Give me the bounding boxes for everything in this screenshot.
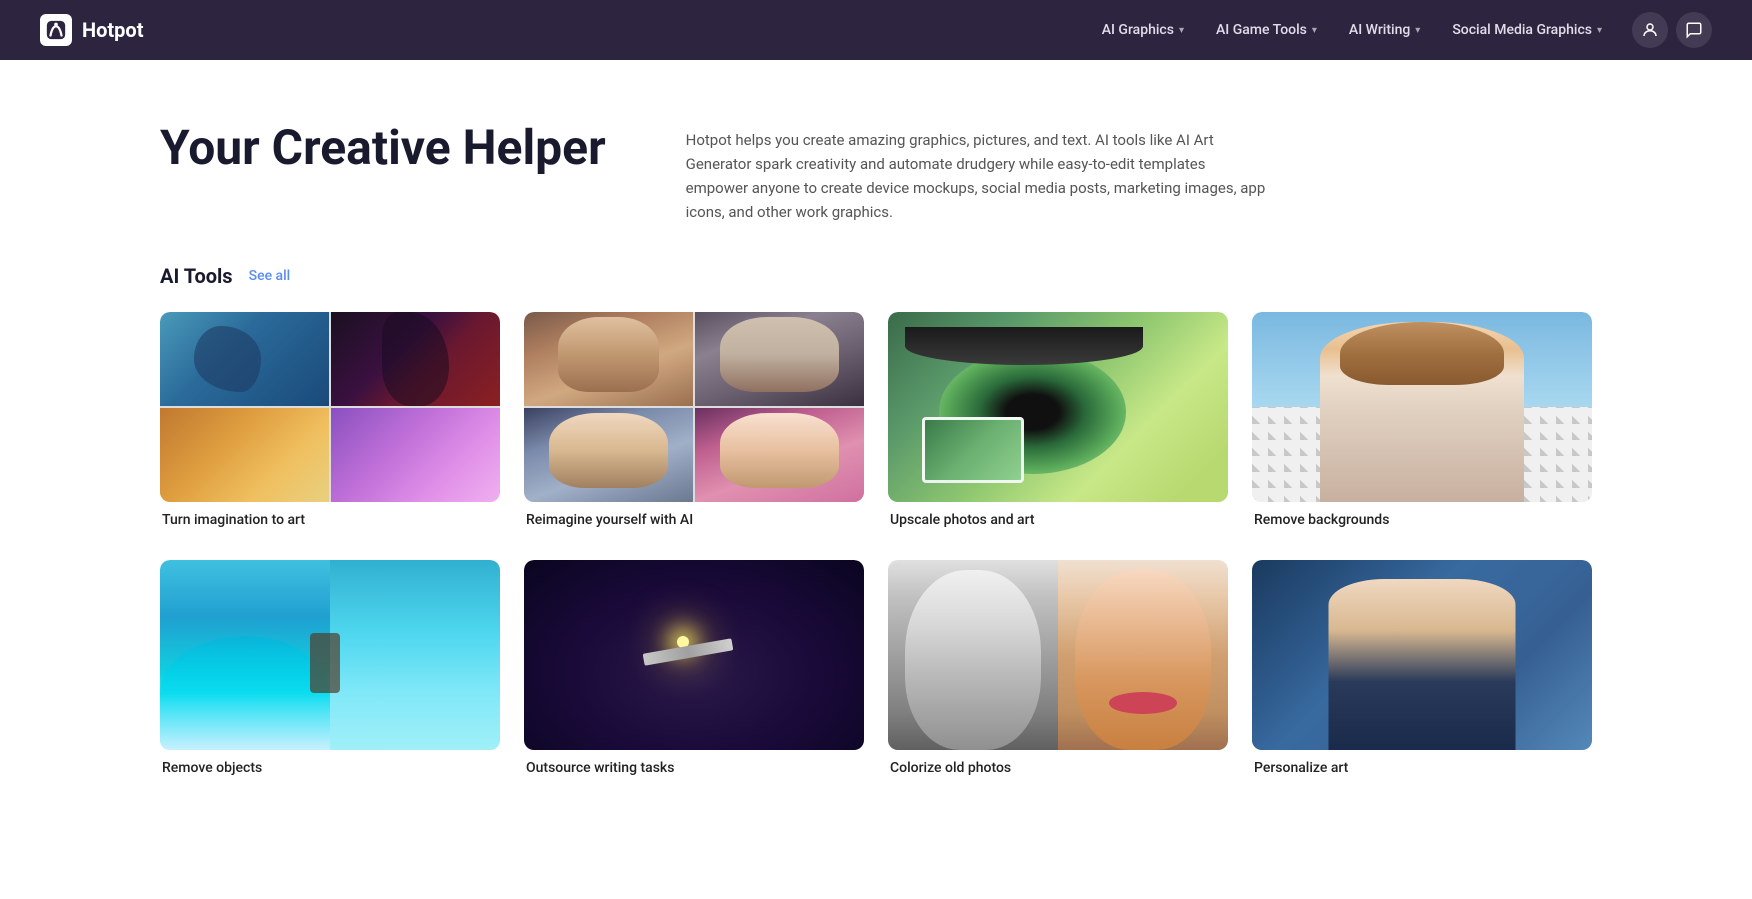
portrait-cell-3	[524, 408, 693, 502]
tool-card-writing[interactable]: Outsource writing tasks	[524, 560, 864, 776]
tool-card-colorize[interactable]: Colorize old photos	[888, 560, 1228, 776]
tools-grid-row2: Remove objects Outsource writing tasks	[160, 560, 1592, 776]
nav-item-ai-game-tools[interactable]: AI Game Tools ▾	[1202, 14, 1331, 46]
tool-image-personalize-art	[1252, 560, 1592, 750]
tool-label-remove-bg: Remove backgrounds	[1252, 512, 1592, 528]
magnify-box	[922, 417, 1024, 484]
tool-card-imagination-art[interactable]: Turn imagination to art	[160, 312, 500, 528]
brand-logo[interactable]: Hotpot	[40, 14, 143, 46]
surfer-left	[160, 560, 330, 750]
surfer-composition	[160, 560, 500, 750]
brand-name: Hotpot	[82, 18, 143, 42]
chevron-down-icon: ▾	[1312, 25, 1317, 36]
hero-description: Hotpot helps you create amazing graphics…	[686, 120, 1266, 224]
tool-image-imagination-art	[160, 312, 500, 502]
tool-card-remove-bg[interactable]: Remove backgrounds	[1252, 312, 1592, 528]
hero-title: Your Creative Helper	[160, 120, 606, 175]
tool-card-reimagine-self[interactable]: Reimagine yourself with AI	[524, 312, 864, 528]
art-cell-3	[160, 408, 329, 502]
colorize-composition	[888, 560, 1228, 750]
nav-label-social-media: Social Media Graphics	[1452, 22, 1592, 38]
art-cell-4	[331, 408, 500, 502]
tool-label-writing: Outsource writing tasks	[524, 760, 864, 776]
logo-icon	[40, 14, 72, 46]
nav-label-ai-writing: AI Writing	[1349, 22, 1410, 38]
nav-label-ai-game-tools: AI Game Tools	[1216, 22, 1307, 38]
tool-label-personalize-art: Personalize art	[1252, 760, 1592, 776]
nav-links: AI Graphics ▾ AI Game Tools ▾ AI Writing…	[1088, 14, 1616, 46]
surfer-figure	[310, 633, 340, 693]
chevron-down-icon: ▾	[1179, 25, 1184, 36]
hero-section: Your Creative Helper Hotpot helps you cr…	[0, 60, 1752, 264]
chevron-down-icon: ▾	[1415, 25, 1420, 36]
eye-closeup-bg	[888, 312, 1228, 502]
tool-image-remove-bg	[1252, 312, 1592, 502]
bg-person	[1320, 322, 1524, 503]
tool-label-reimagine-self: Reimagine yourself with AI	[524, 512, 864, 528]
surfer-wave	[160, 636, 330, 750]
mona-lisa-composition	[1252, 560, 1592, 750]
bg-person-hair	[1340, 322, 1503, 385]
portrait-cell-2	[695, 312, 864, 406]
tool-image-upscale	[888, 312, 1228, 502]
remove-bg-composition	[1252, 312, 1592, 502]
surfer-right	[330, 560, 500, 750]
tool-label-colorize: Colorize old photos	[888, 760, 1228, 776]
eye-lashes	[905, 327, 1143, 365]
mono-half	[888, 560, 1058, 750]
user-icon-button[interactable]	[1632, 12, 1668, 48]
see-all-link[interactable]: See all	[249, 268, 291, 284]
tool-image-writing	[524, 560, 864, 750]
tool-card-upscale[interactable]: Upscale photos and art	[888, 312, 1228, 528]
color-face-overlay	[1075, 570, 1211, 751]
color-half	[1058, 560, 1228, 750]
tool-card-personalize-art[interactable]: Personalize art	[1252, 560, 1592, 776]
mona-figure	[1329, 579, 1516, 750]
tool-label-remove-objects: Remove objects	[160, 760, 500, 776]
mono-face-overlay	[905, 570, 1041, 751]
portrait-cell-1	[524, 312, 693, 406]
tool-image-remove-objects	[160, 560, 500, 750]
ai-tools-section-header: AI Tools See all	[160, 264, 1592, 288]
tool-card-remove-objects[interactable]: Remove objects	[160, 560, 500, 776]
smile-lips	[1109, 692, 1177, 714]
nav-label-ai-graphics: AI Graphics	[1102, 22, 1174, 38]
main-content: AI Tools See all Turn imagination to art	[0, 264, 1752, 868]
navbar: Hotpot AI Graphics ▾ AI Game Tools ▾ AI …	[0, 0, 1752, 60]
chat-icon-button[interactable]	[1676, 12, 1712, 48]
tool-image-colorize	[888, 560, 1228, 750]
tool-label-imagination-art: Turn imagination to art	[160, 512, 500, 528]
tools-grid-row1: Turn imagination to art Reimagine yourse…	[160, 312, 1592, 528]
nav-item-social-media[interactable]: Social Media Graphics ▾	[1438, 14, 1616, 46]
sparkler-composition	[524, 560, 864, 750]
art-cell-2	[331, 312, 500, 406]
nav-item-ai-writing[interactable]: AI Writing ▾	[1335, 14, 1434, 46]
tool-image-reimagine-self	[524, 312, 864, 502]
chevron-down-icon: ▾	[1597, 25, 1602, 36]
color-face	[1075, 570, 1211, 751]
tool-label-upscale: Upscale photos and art	[888, 512, 1228, 528]
nav-icons	[1632, 12, 1712, 48]
portrait-cell-4	[695, 408, 864, 502]
mono-face	[905, 570, 1041, 751]
art-cell-1	[160, 312, 329, 406]
nav-item-ai-graphics[interactable]: AI Graphics ▾	[1088, 14, 1198, 46]
ai-tools-heading: AI Tools	[160, 264, 233, 288]
